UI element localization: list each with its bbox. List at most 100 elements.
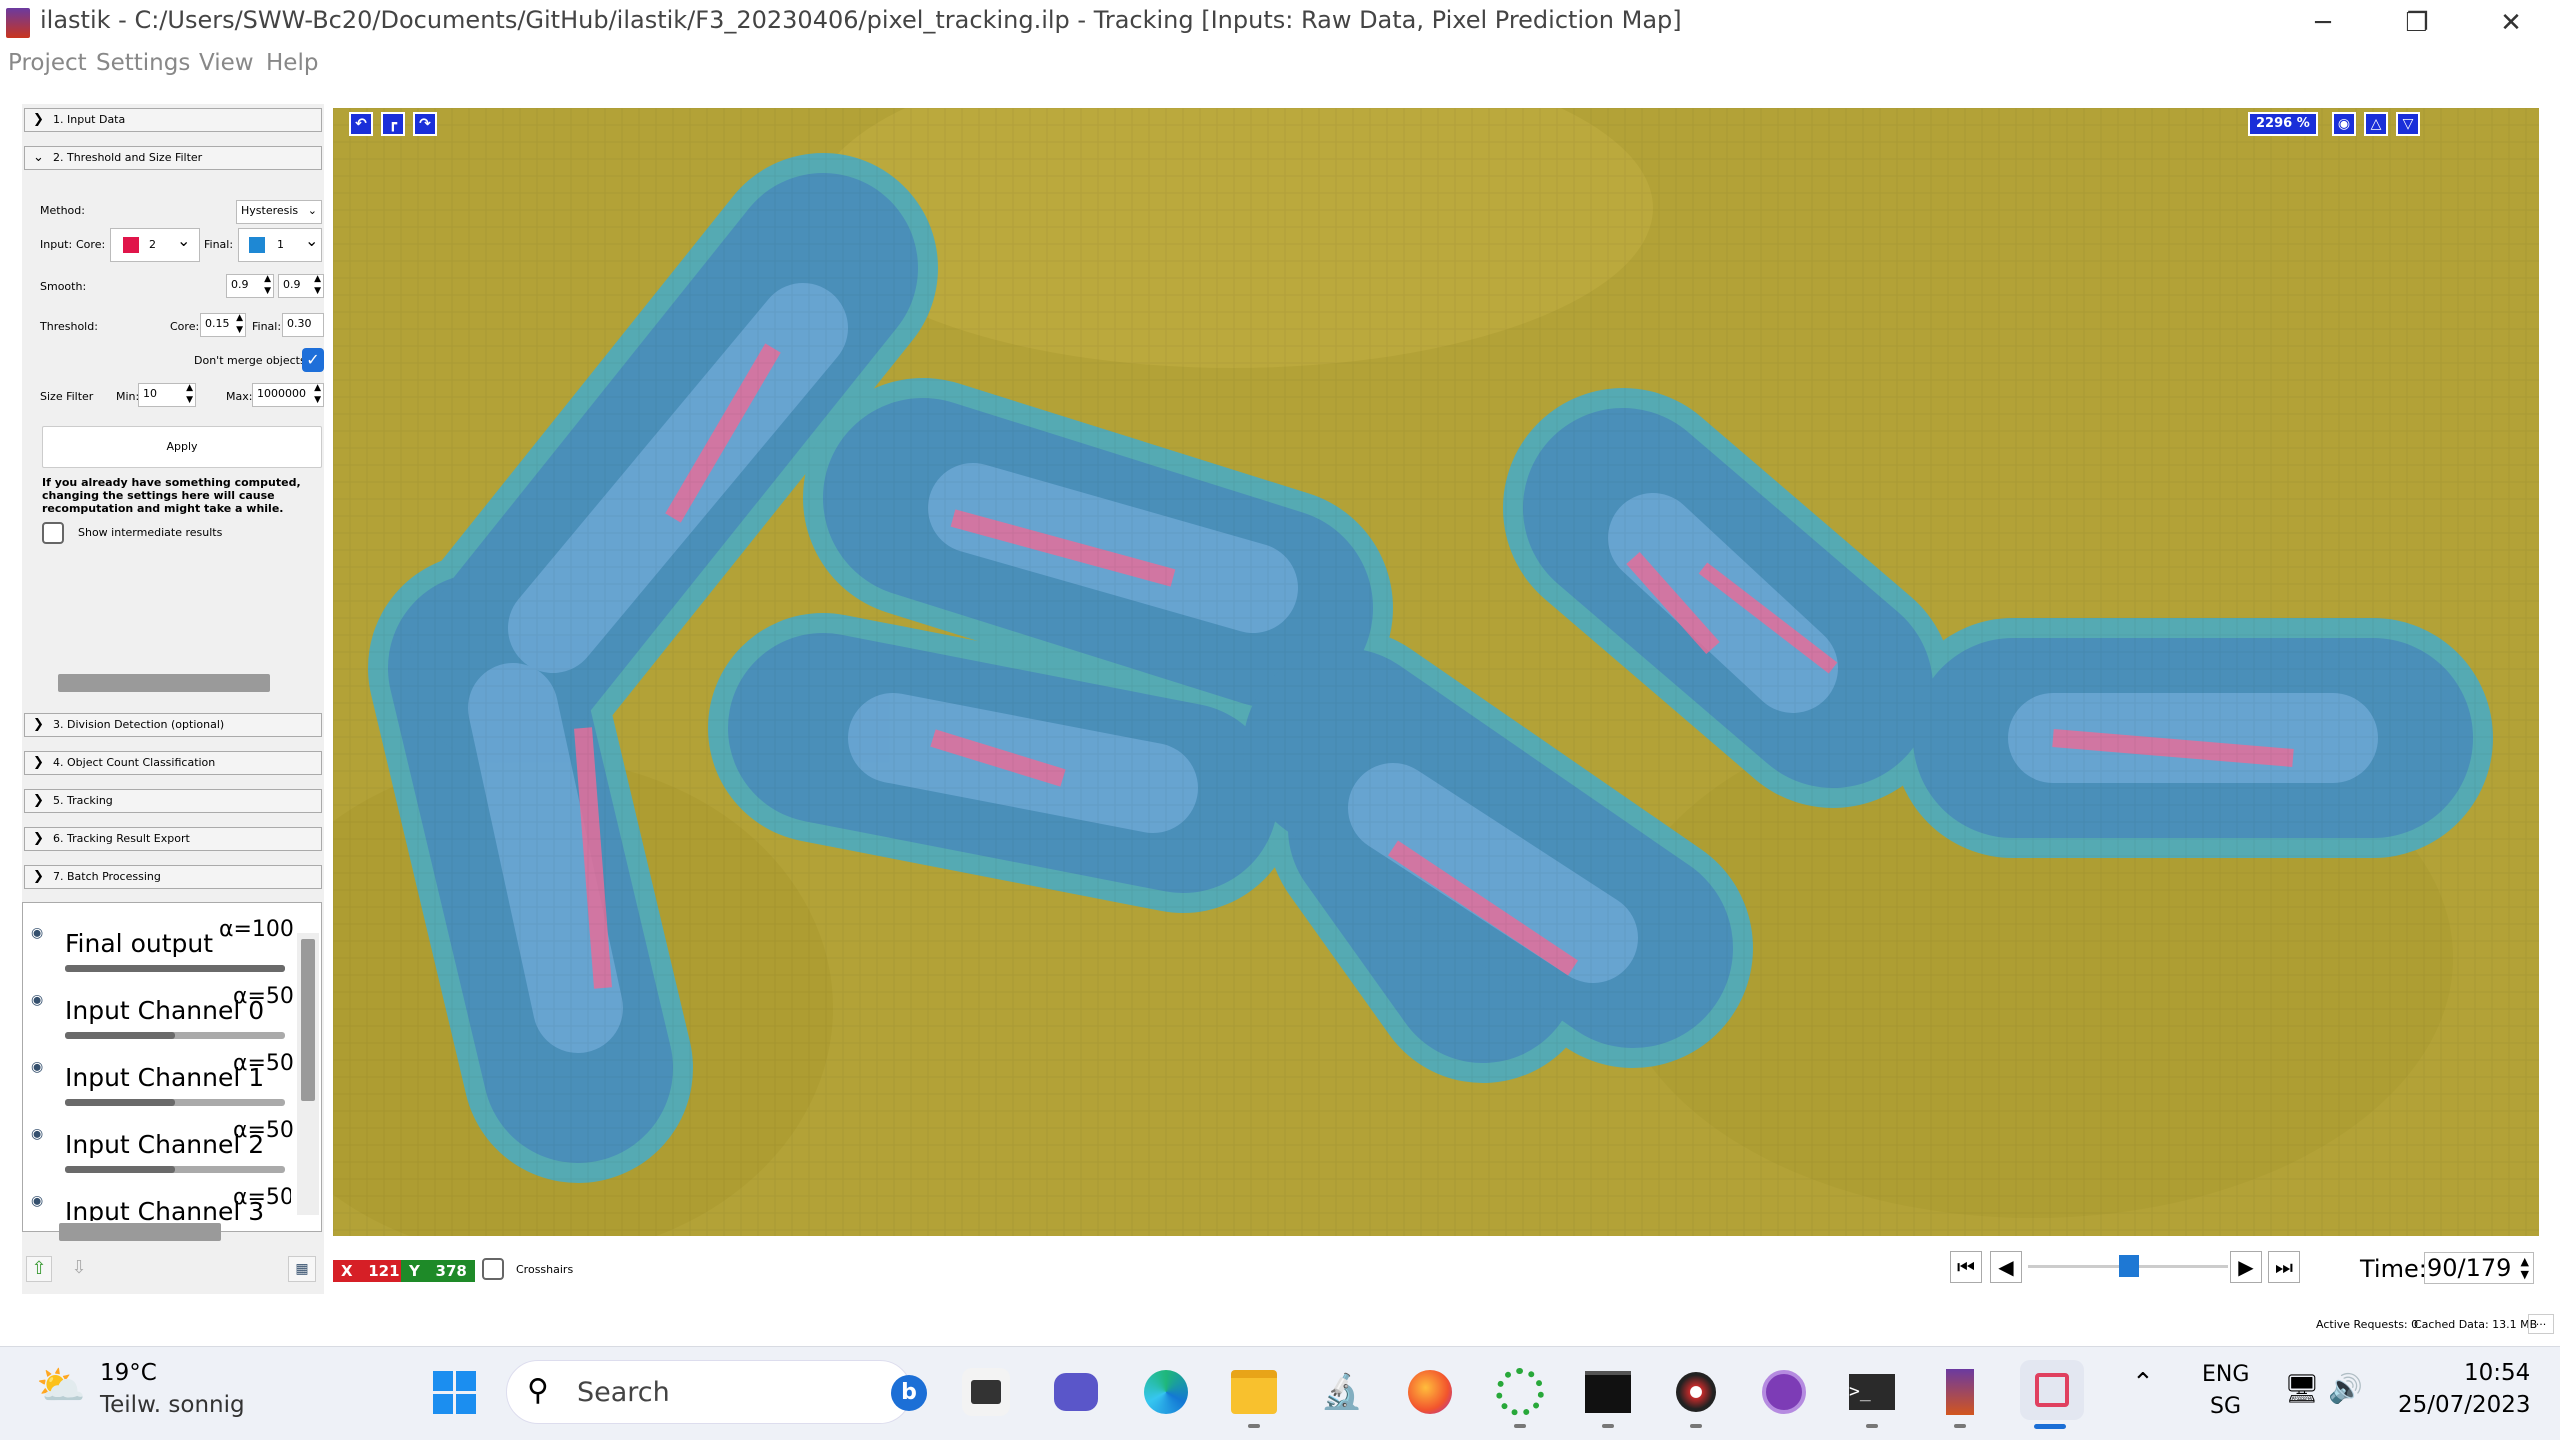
applet-batch[interactable]: ❯ 7. Batch Processing [24, 865, 322, 889]
layer-item[interactable]: ◉ Input Channel 2 α=50 [23, 1114, 294, 1174]
layer-item[interactable]: ◉ Input Channel 3 α=50 [23, 1181, 291, 1221]
menu-help[interactable]: Help [266, 50, 318, 76]
time-slider-handle[interactable] [2118, 1255, 2139, 1277]
chevron-up-icon[interactable]: ⌃ [2132, 1368, 2154, 1398]
horizontal-scrollbar-handle[interactable] [59, 1223, 221, 1241]
layer-item[interactable]: ◉ Final output α=100 [23, 913, 294, 973]
maximize-view-icon[interactable]: △ [2364, 112, 2388, 136]
applet-threshold[interactable]: ⌄ 2. Threshold and Size Filter [24, 146, 322, 170]
layer-opacity: α=100 [219, 917, 294, 942]
play-icon[interactable]: ▶ [2230, 1251, 2262, 1283]
layer-options-icon[interactable]: ▦ [288, 1256, 316, 1282]
network-icon[interactable]: 🖥 [2284, 1372, 2320, 1405]
snipping-tool-icon[interactable] [2020, 1360, 2084, 1420]
clock-time[interactable]: 10:54 [2464, 1360, 2530, 1386]
snapshot-icon[interactable]: ◉ [2332, 112, 2356, 136]
apply-button[interactable]: Apply [42, 426, 322, 468]
eye-icon[interactable]: ◉ [31, 1126, 43, 1142]
menu-view[interactable]: View [199, 50, 254, 76]
max-size-value: 1000000 [257, 387, 306, 400]
last-frame-icon[interactable]: ⏭ [2268, 1251, 2300, 1283]
core-label: Core: [76, 238, 106, 251]
core-channel-select[interactable]: 2 ⌄ [110, 228, 200, 262]
min-size-value: 10 [143, 387, 157, 400]
teams-chat-icon[interactable] [1052, 1368, 1100, 1416]
layer-name: Final output [65, 929, 214, 958]
spin-arrows-icon: ▲ ▼ [264, 274, 271, 296]
windows-start-icon[interactable] [430, 1368, 478, 1416]
scrollbar-handle[interactable] [301, 939, 315, 1101]
zoom-level[interactable]: 2296 % [2248, 112, 2318, 136]
image-viewer[interactable]: ↶ ┏ ↷ 2296 % ◉ △ ▽ [333, 108, 2539, 1236]
final-channel-select[interactable]: 1 ⌄ [238, 228, 322, 262]
show-intermediate-checkbox[interactable] [42, 522, 64, 544]
weather-description[interactable]: Teilw. sonnig [100, 1392, 245, 1418]
firefox-icon[interactable] [1406, 1368, 1454, 1416]
layer-item[interactable]: ◉ Input Channel 0 α=50 [23, 980, 294, 1040]
smooth-y-value: 0.9 [283, 278, 301, 291]
language-code[interactable]: ENG [2202, 1362, 2249, 1387]
threshold-core-spinbox[interactable]: 0.15 ▲ ▼ [200, 313, 246, 337]
final-label: Final: [204, 238, 234, 251]
y-label: Y [409, 1262, 420, 1280]
eye-icon[interactable]: ◉ [31, 992, 43, 1008]
swap-axes-icon[interactable]: ┏ [381, 112, 405, 136]
eye-icon[interactable]: ◉ [31, 1059, 43, 1075]
max-size-spinbox[interactable]: 1000000 ▲ ▼ [252, 383, 324, 407]
smooth-y-spinbox[interactable]: 0.9 ▲ ▼ [278, 274, 324, 298]
move-layer-down-icon[interactable]: ⇩ [66, 1256, 92, 1282]
threshold-final-spinbox[interactable]: 0.30 [282, 313, 324, 337]
search-box[interactable]: ⚲ Search b [506, 1360, 927, 1424]
weather-temperature[interactable]: 19°C [100, 1360, 157, 1386]
view-menu-icon[interactable]: ▽ [2396, 112, 2420, 136]
task-view-icon[interactable] [962, 1368, 1010, 1416]
opacity-slider[interactable] [65, 1032, 285, 1039]
rotate-right-icon[interactable]: ↷ [413, 112, 437, 136]
close-button[interactable]: ✕ [2480, 0, 2542, 46]
more-button[interactable]: ... [2528, 1314, 2554, 1334]
drawer-scrollbar-handle[interactable] [58, 674, 270, 692]
layer-list-scrollbar[interactable] [297, 933, 319, 1215]
menu-project[interactable]: Project [8, 50, 87, 76]
applet-division[interactable]: ❯ 3. Division Detection (optional) [24, 713, 322, 737]
restore-button[interactable]: ❐ [2386, 0, 2448, 46]
applet-input-data[interactable]: ❯ 1. Input Data [24, 108, 322, 132]
min-size-spinbox[interactable]: 10 ▲ ▼ [138, 383, 196, 407]
ring-app-icon[interactable] [1496, 1368, 1544, 1416]
eye-icon[interactable]: ◉ [31, 1193, 43, 1209]
minimize-button[interactable]: ─ [2292, 0, 2354, 46]
terminal-black-icon[interactable] [1584, 1368, 1632, 1416]
command-prompt-icon[interactable]: >_ [1848, 1368, 1896, 1416]
rotate-left-icon[interactable]: ↶ [349, 112, 373, 136]
edge-icon[interactable] [1142, 1368, 1190, 1416]
opacity-slider[interactable] [65, 1099, 285, 1106]
previous-frame-icon[interactable]: ◀ [1990, 1251, 2022, 1283]
ilastik-icon[interactable] [1936, 1368, 1984, 1416]
dont-merge-checkbox[interactable]: ✓ [302, 348, 324, 372]
menu-settings[interactable]: Settings [96, 50, 190, 76]
github-desktop-icon[interactable] [1760, 1368, 1808, 1416]
crosshairs-checkbox[interactable] [482, 1258, 504, 1280]
title-bar: ilastik - C:/Users/SWW-Bc20/Documents/Gi… [0, 0, 2560, 46]
opacity-slider[interactable] [65, 1166, 285, 1173]
time-slider[interactable] [2028, 1255, 2228, 1277]
applet-tracking[interactable]: ❯ 5. Tracking [24, 789, 322, 813]
first-frame-icon[interactable]: ⏮ [1950, 1251, 1982, 1283]
active-indicator [1514, 1424, 1526, 1428]
applet-export[interactable]: ❯ 6. Tracking Result Export [24, 827, 322, 851]
blender-icon[interactable] [1672, 1368, 1720, 1416]
layer-item[interactable]: ◉ Input Channel 1 α=50 [23, 1047, 294, 1107]
method-select[interactable]: Hysteresis ⌄ [236, 200, 322, 224]
opacity-slider[interactable] [65, 965, 285, 972]
applet-object-count[interactable]: ❯ 4. Object Count Classification [24, 751, 322, 775]
file-explorer-icon[interactable] [1230, 1368, 1278, 1416]
move-layer-up-icon[interactable]: ⇧ [26, 1256, 52, 1282]
smooth-x-spinbox[interactable]: 0.9 ▲ ▼ [226, 274, 274, 298]
eye-icon[interactable]: ◉ [31, 925, 43, 941]
volume-icon[interactable]: 🔊 [2328, 1372, 2363, 1405]
clock-date[interactable]: 25/07/2023 [2398, 1392, 2531, 1418]
region-code[interactable]: SG [2210, 1394, 2241, 1419]
weather-icon[interactable]: ⛅ [36, 1362, 88, 1414]
time-spinbox[interactable]: 90/179 ▲ ▼ [2424, 1252, 2534, 1284]
microscope-app-icon[interactable]: 🔬 [1318, 1368, 1366, 1416]
